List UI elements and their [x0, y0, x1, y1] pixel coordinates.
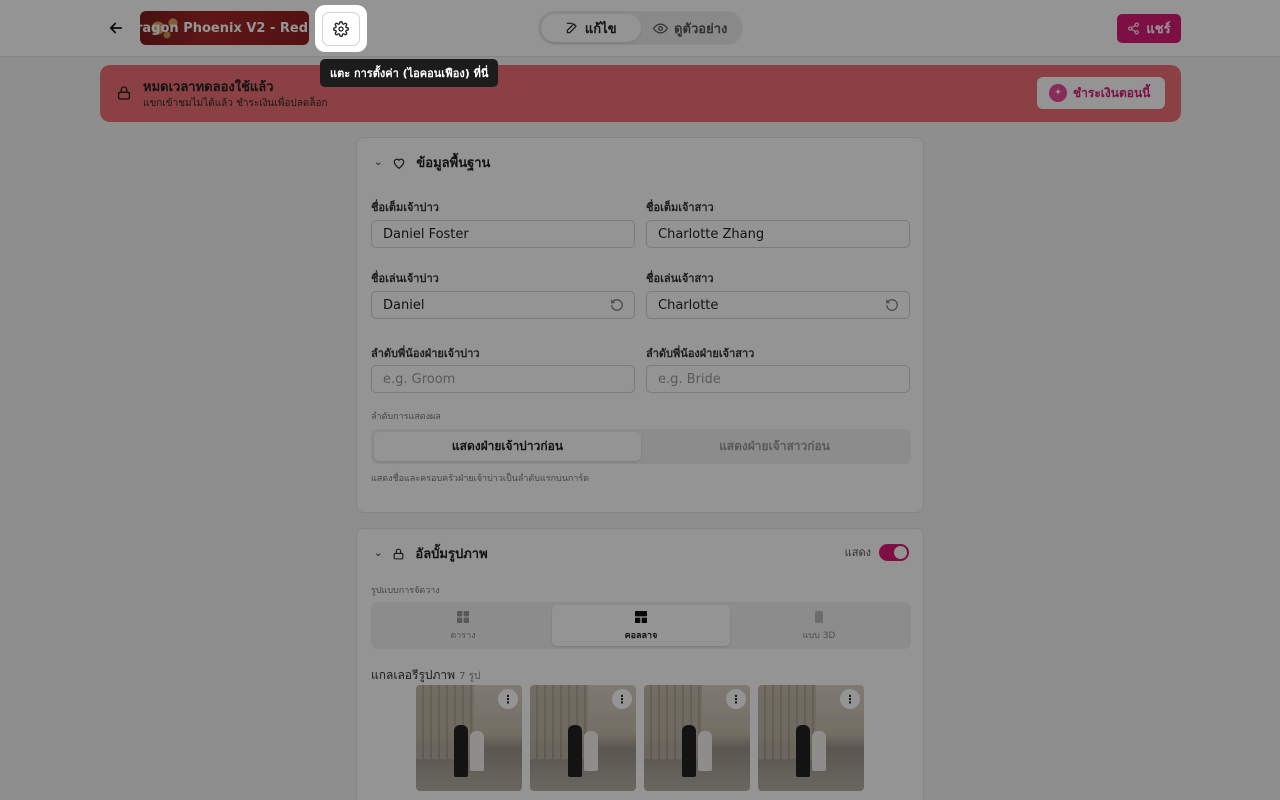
settings-spotlight	[315, 5, 367, 52]
settings-button[interactable]	[322, 11, 360, 46]
gear-icon	[333, 20, 349, 37]
onboarding-overlay[interactable]	[0, 0, 1280, 800]
settings-tooltip: แตะ การตั้งค่า (ไอคอนเฟือง) ที่นี่	[320, 59, 499, 87]
